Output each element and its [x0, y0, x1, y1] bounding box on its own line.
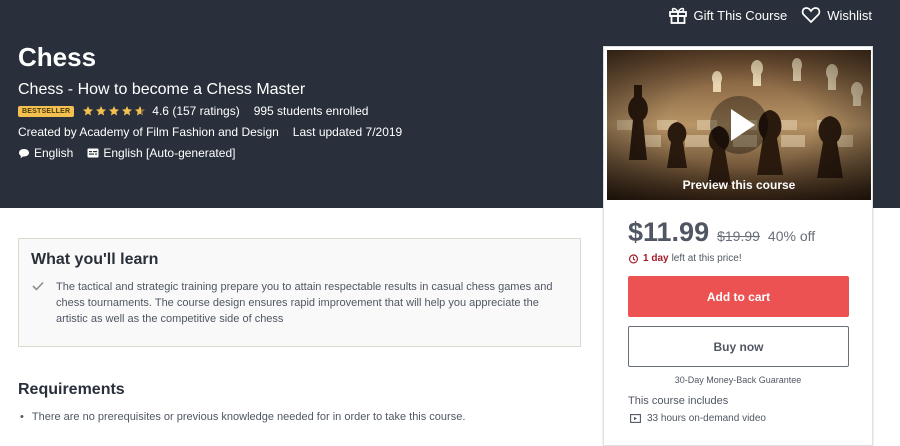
- includes-item-video: 33 hours on-demand video: [630, 413, 766, 424]
- course-captions: English [Auto-generated]: [103, 146, 236, 160]
- course-language: English: [34, 146, 74, 160]
- language-row: English English [Auto-generated]: [18, 146, 235, 160]
- alarm-clock-icon: [628, 254, 639, 264]
- includes-item-label: 33 hours on-demand video: [647, 413, 766, 424]
- check-icon: [32, 281, 44, 291]
- countdown-text: left at this price!: [671, 253, 742, 264]
- price-countdown: 1 day left at this price!: [628, 253, 742, 264]
- what-you-learn-box: What you'll learn The tactical and strat…: [18, 238, 581, 347]
- bestseller-badge: BESTSELLER: [18, 105, 75, 117]
- star-icon: [83, 106, 94, 116]
- star-icon: [109, 106, 120, 116]
- current-price: $11.99: [628, 217, 710, 247]
- top-actions: Gift This Course Wishlist: [668, 5, 872, 25]
- buy-now-button[interactable]: Buy now: [628, 326, 849, 367]
- course-preview[interactable]: Preview this course: [607, 50, 871, 200]
- video-icon: [630, 414, 641, 423]
- learn-heading: What you'll learn: [31, 251, 159, 268]
- play-icon[interactable]: [709, 95, 769, 155]
- heart-icon: [802, 7, 821, 24]
- requirement-item: • There are no prerequisites or previous…: [20, 411, 465, 423]
- created-by[interactable]: Created by Academy of Film Fashion and D…: [18, 125, 279, 139]
- rating-row: BESTSELLER 4.6 (157 ratings) 995 student…: [18, 104, 368, 118]
- learn-item: The tactical and strategic training prep…: [56, 281, 553, 325]
- rating-stars: [82, 105, 146, 117]
- creator-row: Created by Academy of Film Fashion and D…: [18, 125, 402, 139]
- preview-label: Preview this course: [682, 178, 796, 192]
- purchase-card: Preview this course $11.99 $19.99 40% of…: [603, 46, 873, 446]
- course-title: Chess: [18, 42, 97, 72]
- add-to-cart-button[interactable]: Add to cart: [628, 276, 849, 317]
- includes-title: This course includes: [628, 395, 729, 407]
- price-row: $11.99 $19.99 40% off: [628, 217, 815, 248]
- gift-icon: [668, 7, 687, 24]
- requirement-text: There are no prerequisites or previous k…: [31, 411, 466, 423]
- gift-course-button[interactable]: Gift This Course: [668, 5, 788, 25]
- money-back-guarantee: 30-Day Money-Back Guarantee: [674, 375, 802, 385]
- speech-bubble-icon: [18, 148, 30, 159]
- bullet-icon: •: [20, 411, 24, 423]
- captions-icon: [87, 148, 99, 158]
- students-enrolled: 995 students enrolled: [253, 104, 369, 118]
- star-icon: [96, 106, 107, 116]
- star-icon: [135, 106, 146, 116]
- countdown-days: 1 day: [643, 253, 669, 264]
- gift-course-label: Gift This Course: [693, 7, 788, 23]
- wishlist-label: Wishlist: [827, 7, 872, 23]
- rating-value: 4.6: [152, 104, 169, 118]
- course-subtitle: Chess - How to become a Chess Master: [18, 81, 306, 98]
- wishlist-button[interactable]: Wishlist: [801, 6, 872, 24]
- rating-count[interactable]: (157 ratings): [172, 104, 239, 118]
- star-icon: [122, 106, 133, 116]
- discount-percent: 40% off: [767, 228, 816, 244]
- requirements-heading: Requirements: [18, 381, 125, 398]
- last-updated: Last updated 7/2019: [292, 125, 403, 139]
- original-price: $19.99: [717, 228, 760, 244]
